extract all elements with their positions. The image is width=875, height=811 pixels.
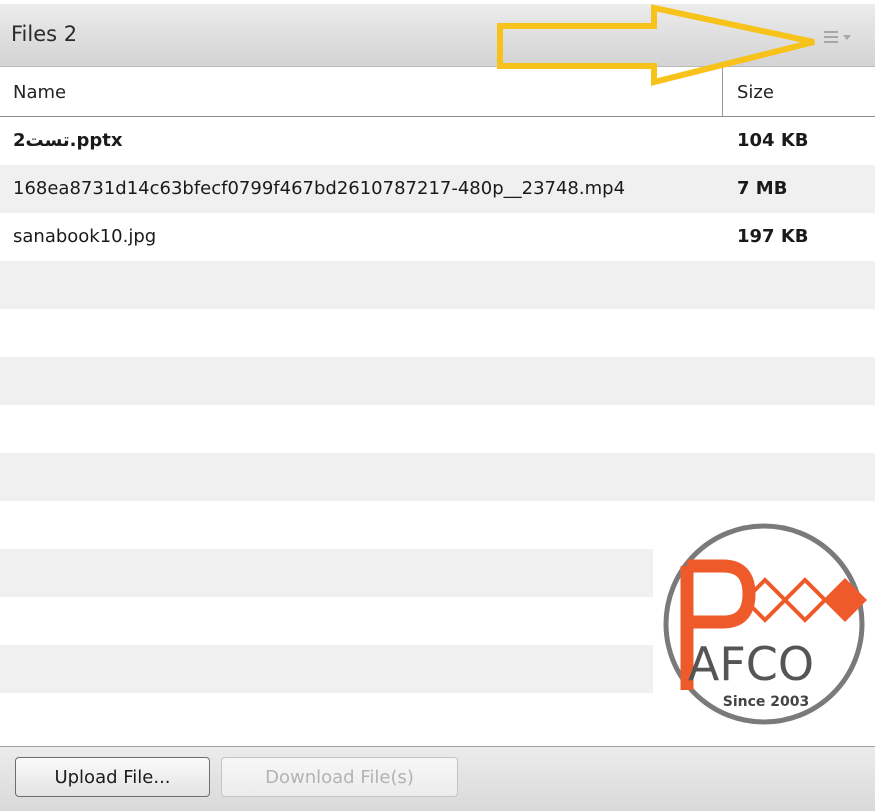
panel-title: Files 2 (11, 22, 78, 46)
empty-row (0, 357, 875, 405)
logo-brand-text: AFCO (688, 637, 814, 691)
file-name: 168ea8731d14c63bfecf0799f467bd2610787217… (13, 178, 626, 199)
file-size: 104 KB (737, 130, 809, 151)
column-header-name[interactable]: Name (13, 82, 66, 103)
action-bar: Upload File... Download File(s) (0, 746, 875, 811)
file-name: sanabook10.jpg (13, 226, 157, 247)
pafco-logo-mark: AFCO Since 2003 (663, 523, 867, 725)
table-row[interactable]: sanabook10.jpg 197 KB (0, 213, 875, 261)
upload-file-button[interactable]: Upload File... (15, 757, 210, 797)
empty-row (0, 261, 875, 309)
pafco-logo: AFCO Since 2003 (653, 508, 875, 740)
empty-row (0, 453, 875, 501)
annotation-arrow-icon (497, 4, 815, 86)
logo-since-text: Since 2003 (723, 694, 809, 710)
empty-row (0, 405, 875, 453)
empty-row (0, 309, 875, 357)
table-row[interactable]: 2تست.pptx 104 KB (0, 117, 875, 165)
files-panel: Files 2 Name Size 2تست.pptx 104 KB 168ea… (0, 0, 875, 811)
file-size: 7 MB (737, 178, 788, 199)
download-files-button[interactable]: Download File(s) (221, 757, 458, 797)
file-size: 197 KB (737, 226, 809, 247)
table-row[interactable]: 168ea8731d14c63bfecf0799f467bd2610787217… (0, 165, 875, 213)
file-name: 2تست.pptx (13, 130, 123, 151)
